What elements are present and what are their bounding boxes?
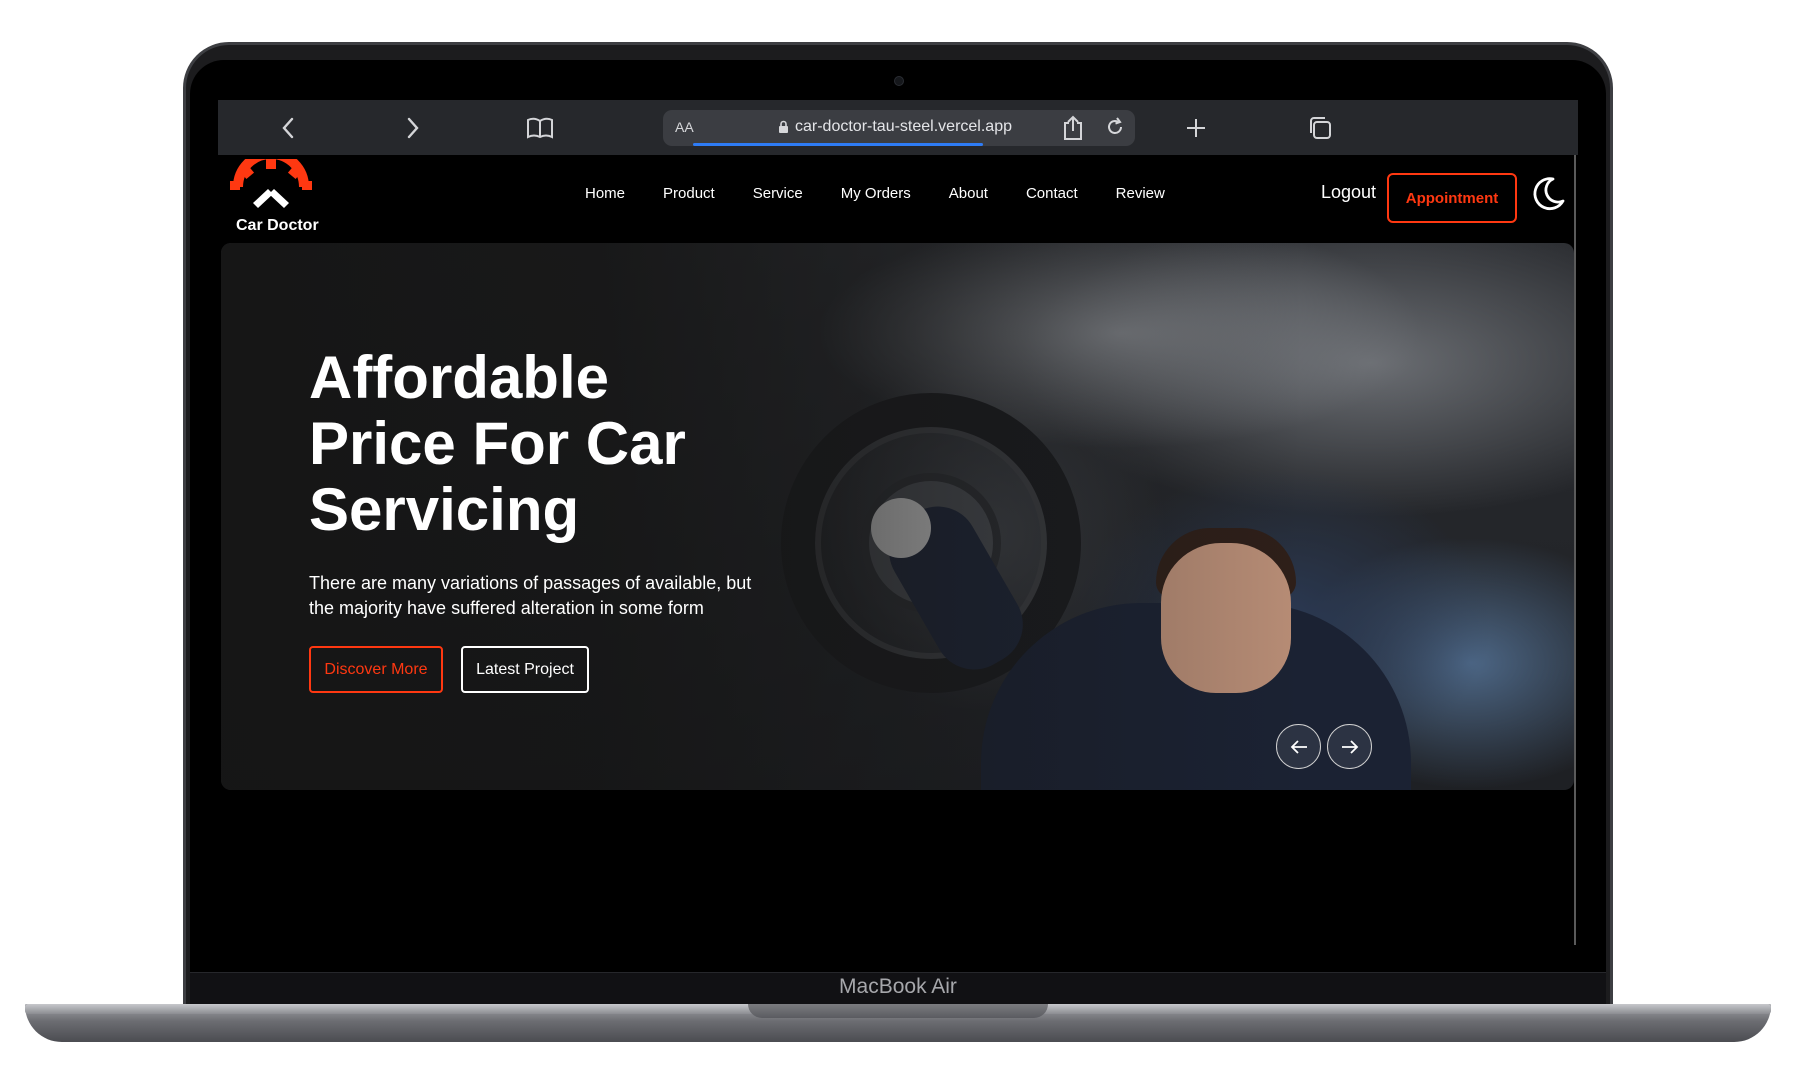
main-menu: Home Product Service My Orders About Con…	[585, 185, 1203, 202]
nav-review[interactable]: Review	[1116, 185, 1165, 202]
site-navbar: Car Doctor Home Product Service My Order…	[218, 149, 1578, 243]
book-icon[interactable]	[522, 100, 558, 155]
nav-product[interactable]: Product	[663, 185, 715, 202]
browser-toolbar: AA car-doctor-tau-steel.vercel.app	[218, 100, 1578, 155]
tabs-icon[interactable]	[1305, 100, 1335, 155]
laptop-chin: MacBook Air	[190, 972, 1606, 1008]
share-icon[interactable]	[1058, 100, 1088, 155]
hero-subtitle-line: There are many variations of passages of…	[309, 573, 752, 593]
arrow-right-icon	[1341, 739, 1358, 754]
prev-slide-button[interactable]	[1276, 724, 1321, 769]
device-label: MacBook Air	[839, 975, 957, 998]
chevron-left-icon[interactable]	[273, 100, 303, 155]
nav-my-orders[interactable]: My Orders	[841, 185, 911, 202]
browser-screen: AA car-doctor-tau-steel.vercel.app Car D…	[218, 100, 1578, 945]
laptop-mockup: AA car-doctor-tau-steel.vercel.app Car D…	[0, 0, 1801, 1083]
hero-title-line: Price For Car	[309, 410, 686, 477]
discover-more-button[interactable]: Discover More	[309, 646, 443, 693]
load-progress	[693, 143, 983, 146]
car-doctor-logo[interactable]: Car Doctor	[228, 149, 319, 234]
logout-button[interactable]: Logout	[1321, 182, 1376, 203]
scroll-edge	[1574, 155, 1576, 945]
reload-icon[interactable]	[1105, 117, 1125, 142]
nav-about[interactable]: About	[949, 185, 988, 202]
moon-icon[interactable]	[1529, 175, 1567, 218]
hero-subtitle-line: the majority have suffered alteration in…	[309, 598, 704, 618]
url-display: car-doctor-tau-steel.vercel.app	[778, 118, 1012, 136]
next-slide-button[interactable]	[1327, 724, 1372, 769]
url-text: car-doctor-tau-steel.vercel.app	[795, 118, 1012, 135]
hero-title-line: Affordable	[309, 344, 609, 411]
hero-subtitle: There are many variations of passages of…	[309, 571, 829, 621]
lock-icon	[779, 120, 788, 133]
hero-title: Affordable Price For Car Servicing	[309, 345, 869, 543]
latest-project-button[interactable]: Latest Project	[461, 646, 589, 693]
chevron-right-icon[interactable]	[398, 100, 428, 155]
plus-icon[interactable]	[1181, 100, 1211, 155]
hero-banner: Affordable Price For Car Servicing There…	[221, 243, 1574, 790]
nav-service[interactable]: Service	[753, 185, 803, 202]
logo-text: Car Doctor	[236, 217, 319, 234]
nav-contact[interactable]: Contact	[1026, 185, 1078, 202]
appointment-button[interactable]: Appointment	[1387, 173, 1517, 223]
nav-home[interactable]: Home	[585, 185, 625, 202]
reader-aa-button[interactable]: AA	[675, 119, 694, 135]
camera-dot	[894, 76, 904, 86]
hero-title-line: Servicing	[309, 476, 580, 543]
laptop-notch	[748, 1004, 1048, 1018]
gear-logo-icon	[230, 149, 312, 208]
arrow-left-icon	[1290, 739, 1307, 754]
